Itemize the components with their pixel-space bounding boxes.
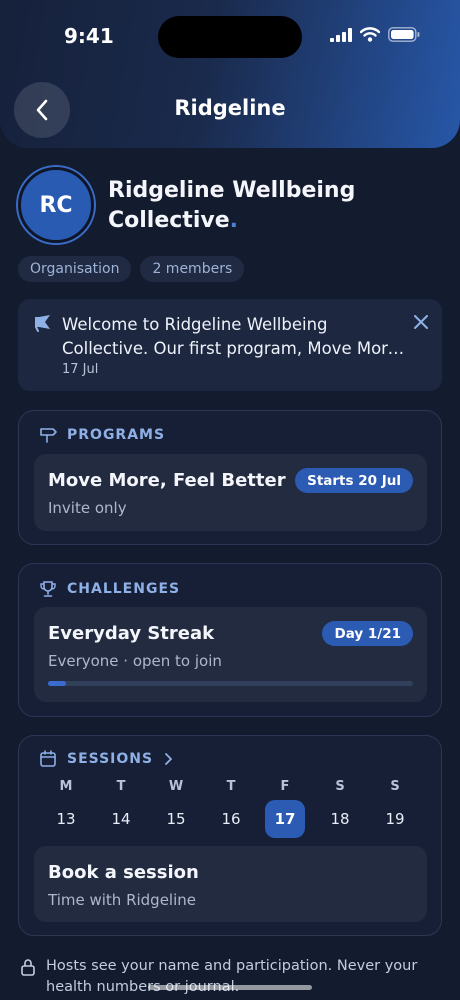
challenge-subtitle: Everyone · open to join <box>48 652 222 670</box>
sessions-card: SESSIONS M 13 T 14 W 15 T 16 F 17 S 18 S… <box>18 735 442 936</box>
calendar-day-fri[interactable]: F 17 <box>265 779 305 838</box>
calendar-day-mon[interactable]: M 13 <box>46 779 86 838</box>
chevron-right-icon <box>165 753 172 765</box>
calendar-icon <box>40 750 56 767</box>
date-label: 19 <box>385 810 405 828</box>
page-title: Ridgeline <box>174 96 286 120</box>
date-label: 16 <box>221 810 241 828</box>
date-label: 14 <box>111 810 131 828</box>
org-chips: Organisation 2 members <box>18 256 245 282</box>
signal-icon <box>330 27 352 42</box>
challenges-title: CHALLENGES <box>67 581 181 597</box>
calendar-day-sun[interactable]: S 19 <box>375 779 415 838</box>
calendar-day-sat[interactable]: S 18 <box>320 779 360 838</box>
close-icon[interactable] <box>414 315 428 329</box>
book-session-subtitle: Time with Ridgeline <box>48 891 197 909</box>
challenge-title: Everyday Streak <box>48 623 215 644</box>
challenges-header: CHALLENGES <box>39 580 180 598</box>
privacy-note: Hosts see your name and participation. N… <box>20 956 440 998</box>
programs-card: PROGRAMS Move More, Feel Better Invite o… <box>18 410 442 545</box>
challenge-progress-fill <box>48 681 66 686</box>
calendar-day-wed[interactable]: W 15 <box>156 779 196 838</box>
status-icons <box>330 27 420 42</box>
date-label-selected: 17 <box>265 800 305 838</box>
org-name-dot: . <box>229 208 238 233</box>
calendar-day-tue[interactable]: T 14 <box>101 779 141 838</box>
announcement-banner[interactable]: Welcome to Ridgeline Wellbeing Collectiv… <box>18 299 442 391</box>
weekday-label: T <box>116 779 126 794</box>
chip-organisation: Organisation <box>18 256 132 282</box>
home-indicator <box>148 985 312 990</box>
weekday-label: W <box>168 779 184 794</box>
challenge-progress-bar <box>48 681 413 686</box>
status-time: 9:41 <box>64 24 114 48</box>
date-label: 18 <box>330 810 350 828</box>
weekday-label: T <box>226 779 236 794</box>
sessions-title: SESSIONS <box>67 751 154 767</box>
privacy-text: Hosts see your name and participation. N… <box>46 958 418 995</box>
announcement-date: 17 Jul <box>62 362 99 377</box>
wifi-icon <box>360 27 380 42</box>
date-label: 13 <box>56 810 76 828</box>
org-avatar: RC <box>18 167 94 243</box>
trophy-icon <box>40 581 56 597</box>
sessions-header[interactable]: SESSIONS <box>39 750 173 768</box>
avatar-initials: RC <box>39 192 73 218</box>
org-name: Ridgeline Wellbeing Collective. <box>108 176 408 236</box>
battery-icon <box>388 27 420 42</box>
programs-title: PROGRAMS <box>67 427 166 443</box>
signpost-icon <box>40 428 57 443</box>
weekday-label: S <box>390 779 400 794</box>
megaphone-icon <box>35 315 50 332</box>
programs-header: PROGRAMS <box>39 427 165 443</box>
dynamic-island <box>158 16 302 58</box>
program-subtitle: Invite only <box>48 499 127 517</box>
book-session-title: Book a session <box>48 862 199 883</box>
program-item[interactable]: Move More, Feel Better Invite only Start… <box>34 454 427 531</box>
book-session-item[interactable]: Book a session Time with Ridgeline <box>34 846 427 922</box>
weekday-label: F <box>280 779 290 794</box>
chip-members[interactable]: 2 members <box>140 256 245 282</box>
announcement-text: Welcome to Ridgeline Wellbeing Collectiv… <box>62 315 403 358</box>
program-title: Move More, Feel Better <box>48 470 286 491</box>
weekday-label: M <box>59 779 73 794</box>
program-start-badge: Starts 20 Jul <box>295 468 413 493</box>
challenge-day-badge: Day 1/21 <box>322 621 413 646</box>
date-label: 15 <box>166 810 186 828</box>
header: 9:41 Ridgeline <box>0 0 460 148</box>
calendar-day-thu[interactable]: T 16 <box>211 779 251 838</box>
challenges-card: CHALLENGES Everyday Streak Everyone · op… <box>18 563 442 717</box>
lock-icon <box>21 959 35 976</box>
challenge-item[interactable]: Everyday Streak Everyone · open to join … <box>34 607 427 702</box>
weekday-label: S <box>335 779 345 794</box>
